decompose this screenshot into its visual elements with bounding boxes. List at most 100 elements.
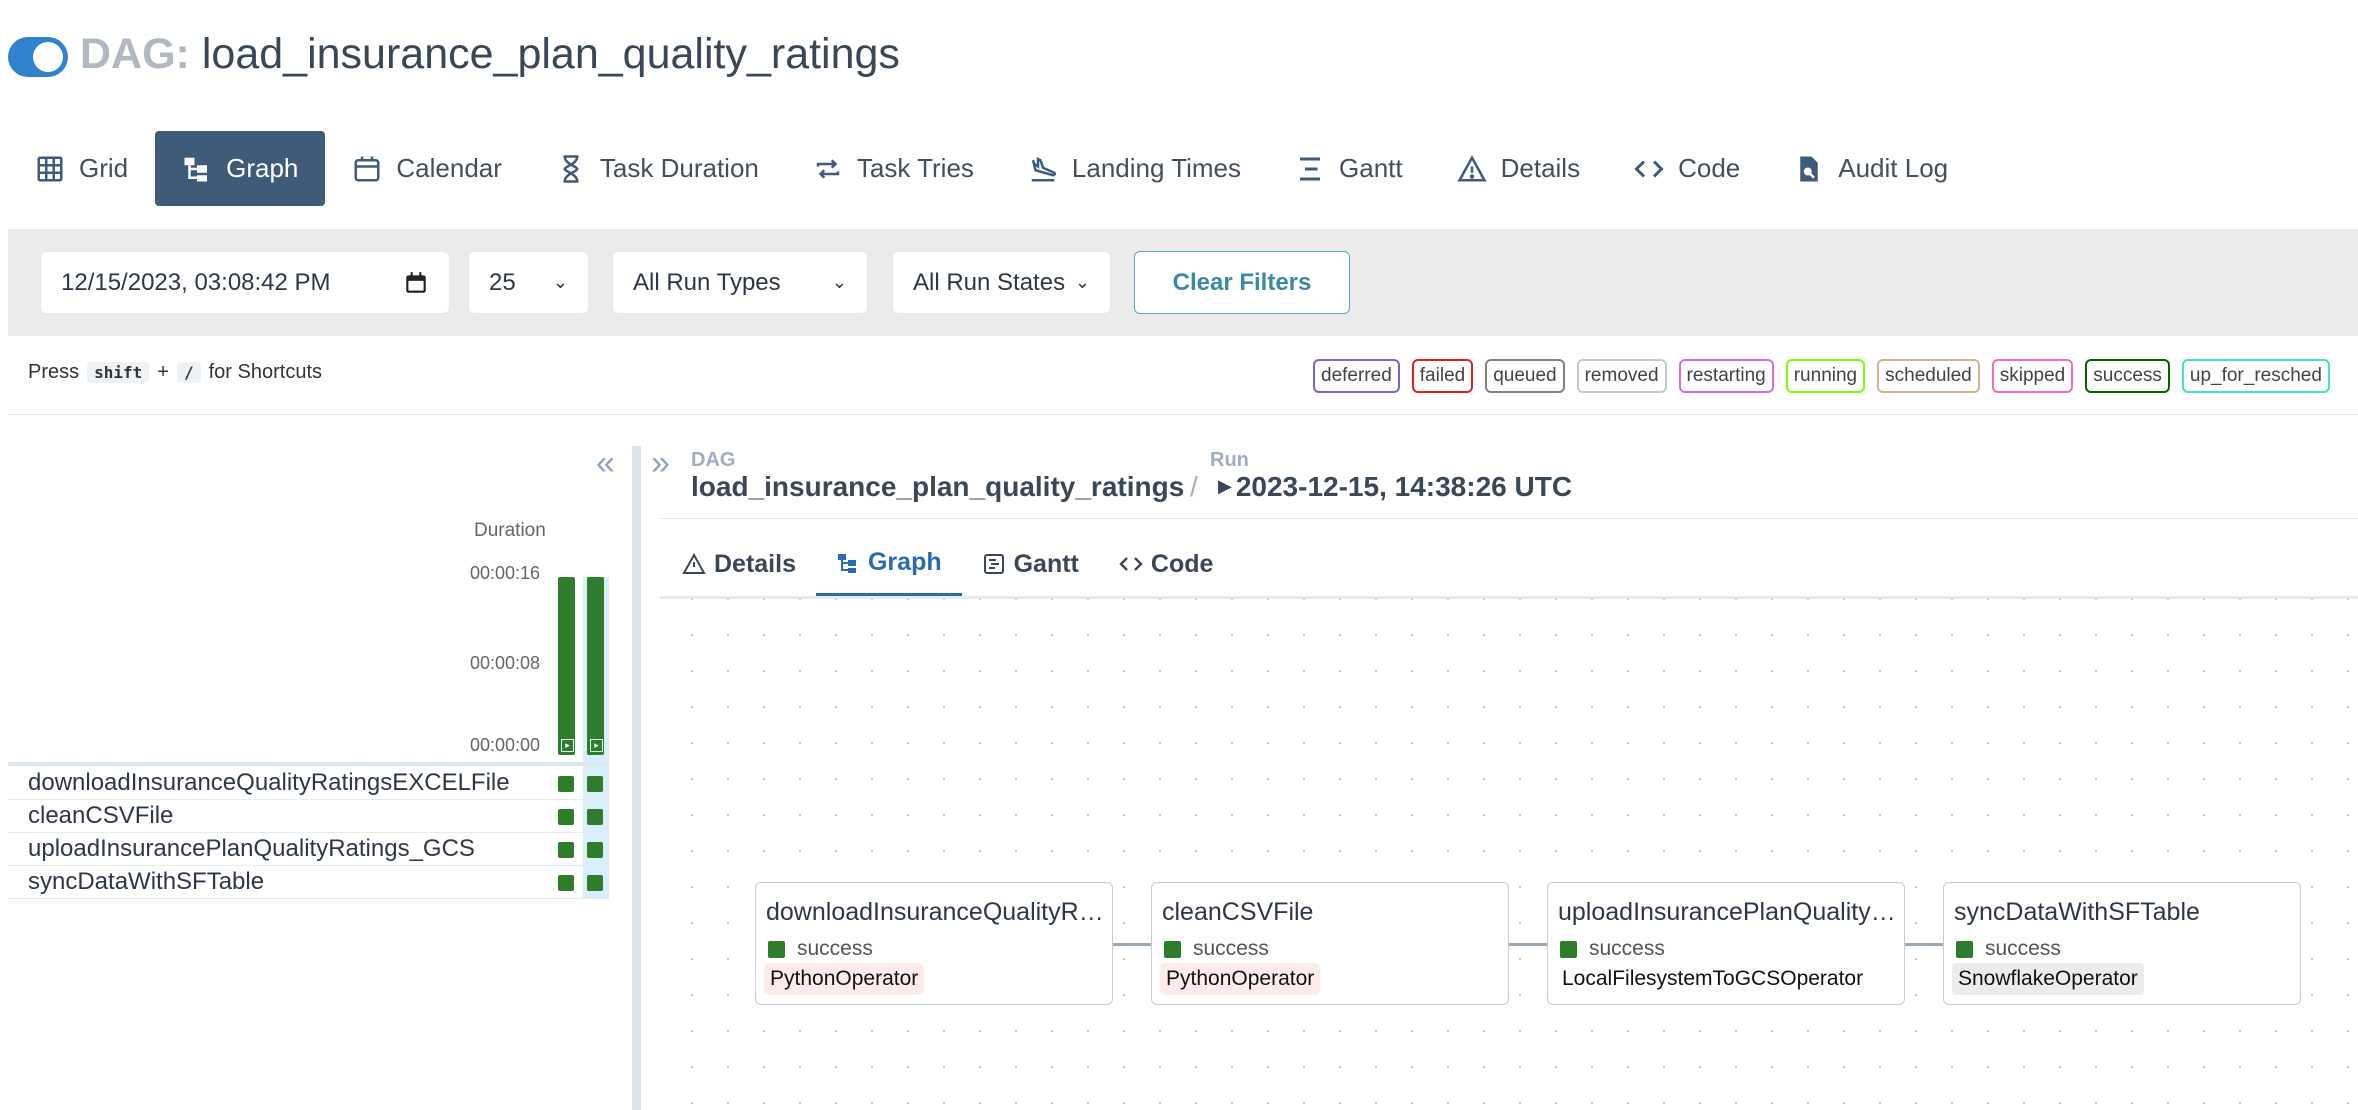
task-instance-status[interactable] xyxy=(558,809,574,825)
graph-edge xyxy=(1905,943,1943,946)
nav-graph-label: Graph xyxy=(226,153,299,183)
nav-grid[interactable]: Grid xyxy=(8,131,155,206)
task-name[interactable]: uploadInsurancePlanQualityRatings_GCS xyxy=(28,835,475,863)
panel-resize-handle[interactable] xyxy=(632,446,641,1110)
graph-task-node[interactable]: syncDataWithSFTable success SnowflakeOpe… xyxy=(1943,882,2301,1005)
state-legend: deferred failed queued removed restartin… xyxy=(1313,359,2330,393)
legend-restarting[interactable]: restarting xyxy=(1678,359,1774,393)
legend-removed[interactable]: removed xyxy=(1576,359,1667,393)
num-runs-select[interactable]: 25 ⌄ xyxy=(468,251,589,314)
status-square xyxy=(1956,940,1973,958)
task-row[interactable]: downloadInsuranceQualityRatingsEXCELFile xyxy=(8,766,608,800)
nav-details-label: Details xyxy=(1500,153,1581,183)
legend-running[interactable]: running xyxy=(1785,359,1866,393)
task-instance-status[interactable] xyxy=(587,875,603,891)
graph-task-node[interactable]: uploadInsurancePlanQualityRatings_GCS su… xyxy=(1547,882,1905,1005)
gantt-icon xyxy=(1300,157,1321,180)
code-icon xyxy=(1119,557,1143,571)
task-instance-status[interactable] xyxy=(558,776,574,792)
node-status: success xyxy=(1560,937,1665,961)
node-status: success xyxy=(768,937,873,961)
plane-landing-icon xyxy=(1031,156,1056,181)
nav-task-tries[interactable]: Task Tries xyxy=(786,131,1001,206)
duration-tick-zero: 00:00:00 xyxy=(470,735,541,755)
run-state-value: All Run States xyxy=(913,268,1066,296)
nav-task-duration[interactable]: Task Duration xyxy=(529,131,786,206)
duration-tick-max: 00:00:16 xyxy=(470,563,541,583)
run-type-icon: ▶ xyxy=(1218,476,1232,496)
expand-details-icon[interactable]: » xyxy=(651,444,670,483)
tab-gantt[interactable]: Gantt xyxy=(962,532,1099,596)
graph-task-node[interactable]: downloadInsuranceQualityRatingsEXCELFile… xyxy=(755,882,1113,1005)
shortcut-plus: + xyxy=(157,361,169,383)
gantt-icon xyxy=(983,554,1004,574)
nav-details[interactable]: Details xyxy=(1430,131,1607,206)
task-instance-status[interactable] xyxy=(587,842,603,858)
dag-title-name: load_insurance_plan_quality_ratings xyxy=(201,30,900,78)
breadcrumb-run[interactable]: ▶ 2023-12-15, 14:38:26 UTC xyxy=(1218,471,1572,503)
divider xyxy=(8,414,2358,415)
page-title: DAG: load_insurance_plan_quality_ratings xyxy=(80,28,900,80)
legend-queued[interactable]: queued xyxy=(1485,359,1565,393)
legend-skipped[interactable]: skipped xyxy=(1991,359,2074,393)
toggle-knob xyxy=(33,42,63,72)
graph-edge xyxy=(1509,943,1547,946)
collapse-grid-icon[interactable]: « xyxy=(596,444,615,483)
node-task-name: cleanCSVFile xyxy=(1162,898,1314,926)
status-square xyxy=(1164,940,1181,958)
node-operator: SnowflakeOperator xyxy=(1952,963,2144,995)
calendar-icon[interactable] xyxy=(403,270,429,296)
task-name[interactable]: cleanCSVFile xyxy=(28,802,173,830)
duration-axis-title: Duration xyxy=(474,520,546,541)
tab-code-label: Code xyxy=(1150,549,1214,578)
legend-failed[interactable]: failed xyxy=(1411,359,1474,393)
graph-task-node[interactable]: cleanCSVFile success PythonOperator xyxy=(1151,882,1509,1005)
graph-canvas[interactable] xyxy=(660,599,2358,1110)
legend-success[interactable]: success xyxy=(2085,359,2170,393)
shortcut-suffix: for Shortcuts xyxy=(208,361,323,383)
filter-bar: 12/15/2023, 03:08:42 PM 25 ⌄ All Run Typ… xyxy=(8,229,2358,336)
run-duration-bar-selected[interactable]: ▸ xyxy=(587,577,604,755)
task-name[interactable]: syncDataWithSFTable xyxy=(28,868,264,896)
nav-graph[interactable]: Graph xyxy=(155,131,326,206)
nav-calendar[interactable]: Calendar xyxy=(325,131,529,206)
graph-icon xyxy=(184,157,208,181)
tab-code[interactable]: Code xyxy=(1099,532,1234,596)
task-row[interactable]: syncDataWithSFTable xyxy=(8,865,608,899)
run-tabs: Details Graph Gantt Code xyxy=(662,532,1233,596)
graph-icon xyxy=(837,553,856,573)
clear-filters-button[interactable]: Clear Filters xyxy=(1134,251,1350,314)
breadcrumb-dag-name[interactable]: load_insurance_plan_quality_ratings xyxy=(691,471,1184,503)
node-status-label: success xyxy=(1193,937,1269,960)
node-operator: PythonOperator xyxy=(764,963,925,995)
nav-code[interactable]: Code xyxy=(1607,131,1767,206)
task-instance-status[interactable] xyxy=(558,842,574,858)
run-duration-bar[interactable]: ▸ xyxy=(558,577,575,755)
task-row[interactable]: cleanCSVFile xyxy=(8,799,608,833)
task-instance-status[interactable] xyxy=(587,809,603,825)
nav-gantt[interactable]: Gantt xyxy=(1268,131,1430,206)
legend-up-for-reschedule[interactable]: up_for_resched xyxy=(2181,359,2330,393)
nav-audit-log[interactable]: Audit Log xyxy=(1767,131,1975,206)
node-status-label: success xyxy=(1589,937,1665,960)
chevron-down-icon: ⌄ xyxy=(1074,272,1090,292)
task-instance-status[interactable] xyxy=(558,875,574,891)
tab-gantt-label: Gantt xyxy=(1013,549,1079,578)
nav-calendar-label: Calendar xyxy=(396,153,502,183)
dag-pause-toggle[interactable] xyxy=(8,37,68,77)
breadcrumb-run-id: 2023-12-15, 14:38:26 UTC xyxy=(1235,471,1573,502)
task-name[interactable]: downloadInsuranceQualityRatingsEXCELFile xyxy=(28,769,510,797)
nav-landing-times[interactable]: Landing Times xyxy=(1001,131,1268,206)
run-state-select[interactable]: All Run States ⌄ xyxy=(892,251,1111,314)
nav-grid-label: Grid xyxy=(79,153,129,183)
run-type-select[interactable]: All Run Types ⌄ xyxy=(612,251,868,314)
task-instance-status[interactable] xyxy=(587,776,603,792)
legend-scheduled[interactable]: scheduled xyxy=(1877,359,1980,393)
tab-graph[interactable]: Graph xyxy=(815,532,962,596)
task-row[interactable]: uploadInsurancePlanQualityRatings_GCS xyxy=(8,832,608,866)
base-date-input[interactable]: 12/15/2023, 03:08:42 PM xyxy=(40,251,450,314)
tab-details[interactable]: Details xyxy=(662,532,816,596)
status-square xyxy=(1560,940,1577,958)
legend-deferred[interactable]: deferred xyxy=(1313,359,1400,393)
retry-icon xyxy=(816,158,840,179)
